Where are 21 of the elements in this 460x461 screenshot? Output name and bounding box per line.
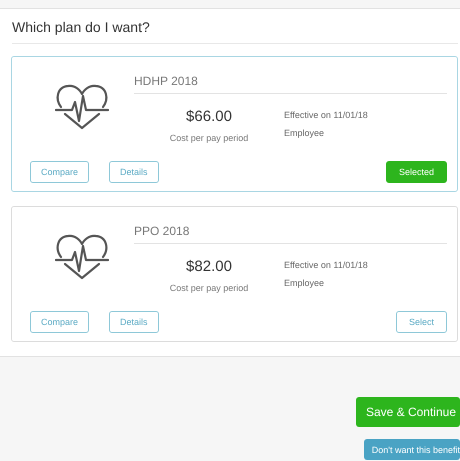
effective-date: Effective on 11/01/18 bbox=[284, 110, 368, 120]
plan-price: $66.00 bbox=[186, 108, 232, 125]
price-label: Cost per pay period bbox=[170, 133, 248, 143]
coverage-level: Employee bbox=[284, 278, 326, 288]
heartbeat-icon bbox=[55, 233, 109, 281]
coverage-level: Employee bbox=[284, 128, 326, 138]
plan-name: PPO 2018 bbox=[134, 221, 447, 244]
compare-button[interactable]: Compare bbox=[30, 311, 90, 333]
decline-benefit-button[interactable]: Don't want this benefit bbox=[364, 439, 460, 460]
section-title: Which plan do I want? bbox=[12, 19, 458, 44]
details-button[interactable]: Details bbox=[109, 311, 159, 333]
heartbeat-icon bbox=[55, 83, 109, 131]
selected-button[interactable]: Selected bbox=[386, 161, 447, 183]
compare-button[interactable]: Compare bbox=[30, 161, 90, 183]
price-label: Cost per pay period bbox=[170, 283, 248, 293]
effective-date: Effective on 11/01/18 bbox=[284, 260, 368, 270]
plan-price: $82.00 bbox=[186, 258, 232, 275]
details-button[interactable]: Details bbox=[109, 161, 159, 183]
save-continue-button[interactable]: Save & Continue bbox=[356, 397, 460, 427]
select-button[interactable]: Select bbox=[396, 311, 447, 333]
plan-name: HDHP 2018 bbox=[134, 71, 447, 94]
